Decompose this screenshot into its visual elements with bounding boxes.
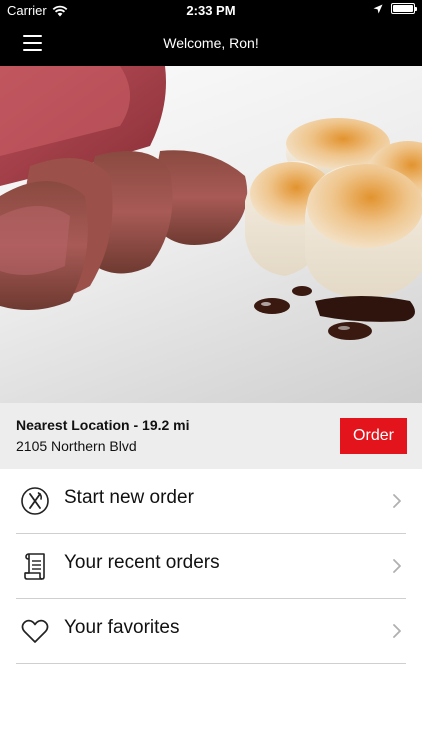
status-right: [373, 3, 417, 14]
status-time: 2:33 PM: [186, 3, 236, 18]
battery-icon: [391, 3, 417, 14]
utensils-icon: [21, 487, 49, 515]
nearest-location-title: Nearest Location - 19.2 mi: [16, 417, 190, 433]
nav-bar: Welcome, Ron!: [0, 22, 422, 66]
start-new-order-row[interactable]: Start new order: [0, 469, 422, 534]
menu-list: Start new order Your recent orders Your …: [0, 469, 422, 664]
row-divider: [16, 663, 406, 664]
chevron-right-icon: [393, 494, 401, 508]
recent-orders-row[interactable]: Your recent orders: [0, 534, 422, 599]
menu-item-label: Your favorites: [64, 617, 180, 638]
page-title: Welcome, Ron!: [163, 35, 259, 51]
status-bar: Carrier 2:33 PM: [0, 0, 422, 22]
heart-icon: [21, 619, 49, 643]
favorites-row[interactable]: Your favorites: [0, 599, 422, 664]
hero-food-illustration: [0, 66, 422, 340]
menu-item-label: Start new order: [64, 487, 194, 508]
location-address: 2105 Northern Blvd: [16, 438, 137, 454]
menu-item-label: Your recent orders: [64, 552, 220, 573]
chevron-right-icon: [393, 624, 401, 638]
order-button[interactable]: Order: [340, 418, 407, 454]
chevron-right-icon: [393, 559, 401, 573]
hero-food-image: [0, 66, 422, 403]
location-arrow-icon: [373, 4, 383, 13]
battery-level: [393, 5, 413, 12]
receipt-icon: [24, 553, 45, 580]
